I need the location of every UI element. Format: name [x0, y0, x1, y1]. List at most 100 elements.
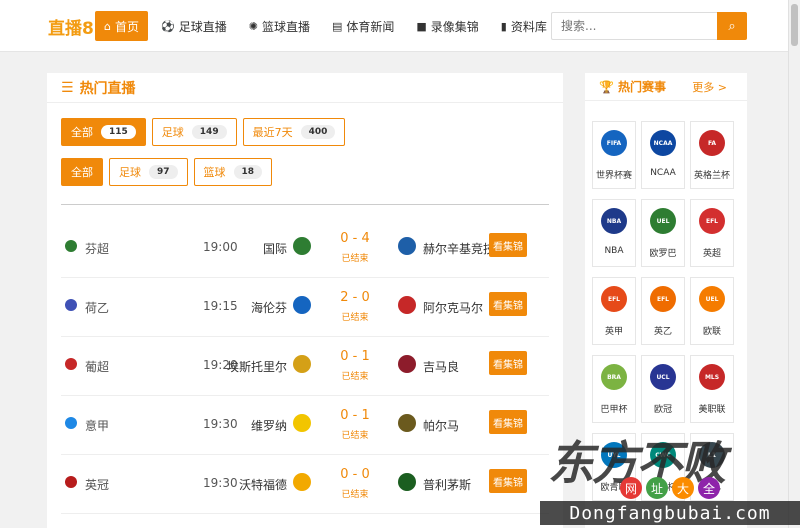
- match-score: 2 - 0: [340, 290, 370, 305]
- match-status: 已结束: [341, 372, 369, 382]
- nav-item-1[interactable]: ⚽ 足球直播: [152, 11, 236, 41]
- watch-highlights-button[interactable]: 看集锦: [489, 351, 527, 375]
- home-team[interactable]: 国际: [263, 240, 287, 257]
- filter-button[interactable]: 篮球 18: [193, 158, 273, 186]
- league-tile[interactable]: FIFA 世界杯赛: [592, 121, 636, 189]
- watch-highlights-button[interactable]: 看集锦: [489, 469, 527, 493]
- scrollbar-thumb[interactable]: [791, 4, 798, 46]
- league-tile[interactable]: BRA 巴甲杯: [592, 355, 636, 423]
- page-scrollbar[interactable]: [788, 0, 800, 528]
- count-badge: 149: [191, 125, 227, 139]
- match-status: 已结束: [341, 254, 369, 264]
- watch-highlights-button[interactable]: 看集锦: [489, 292, 527, 316]
- match-status: 已结束: [341, 490, 369, 500]
- match-score: 0 - 4: [340, 231, 370, 246]
- video-camera-icon: ■: [416, 19, 427, 33]
- match-row: 荷乙 19:15 海伦芬 2 - 0 已结束 阿尔克马尔 看集锦: [61, 278, 549, 337]
- nav-item-3[interactable]: ▤ 体育新闻: [323, 11, 403, 41]
- filter-button[interactable]: 足球 149: [151, 118, 237, 146]
- league-icon: [65, 417, 77, 429]
- league-tile[interactable]: EFL 英甲: [592, 277, 636, 345]
- league-tile[interactable]: UEL 欧罗巴: [641, 199, 685, 267]
- home-team[interactable]: 沃特福德: [239, 476, 287, 493]
- league-tile-name: 英乙: [653, 327, 672, 337]
- soccer-ball-icon: ⚽: [161, 19, 175, 33]
- hot-leagues-panel: 🏆 热门赛事 更多 > FIFA 世界杯赛 NCAA NCAA FA 英格兰杯 NBA NBA U…: [585, 73, 747, 528]
- away-team[interactable]: 普利茅斯: [423, 476, 471, 493]
- home-team[interactable]: 埃斯托里尔: [227, 358, 287, 375]
- filter-button[interactable]: 足球 97: [109, 158, 188, 186]
- match-status: 已结束: [341, 313, 369, 323]
- watch-highlights-button[interactable]: 看集锦: [489, 233, 527, 257]
- filter-button[interactable]: 最近7天 400: [242, 118, 346, 146]
- away-team[interactable]: 阿尔克马尔: [423, 299, 483, 316]
- match-time: 19:00: [203, 240, 238, 254]
- league-grid: FIFA 世界杯赛 NCAA NCAA FA 英格兰杯 NBA NBA UEL 欧罗巴 EFL 英超 E…: [592, 121, 734, 501]
- away-team[interactable]: 赫尔辛基竞技: [423, 240, 495, 257]
- count-badge: 115: [101, 125, 136, 139]
- filter-label: 全部: [71, 126, 93, 139]
- league-tile-name: NBA: [604, 246, 624, 256]
- nav-item-2[interactable]: ✺ 篮球直播: [240, 11, 319, 41]
- nav-item-4[interactable]: ■ 录像集锦: [407, 11, 487, 41]
- league-tile[interactable]: EFL 英乙: [641, 277, 685, 345]
- side-title: 🏆 热门赛事: [599, 78, 666, 95]
- nav-item-5[interactable]: ▮ 资料库: [492, 11, 556, 41]
- league-tile[interactable]: EFL 英超: [690, 199, 734, 267]
- league-tile[interactable]: UEL 欧联: [690, 277, 734, 345]
- filter-label: 足球: [119, 166, 141, 179]
- nav-label: 首页: [114, 19, 139, 34]
- site-logo[interactable]: 直播8: [48, 14, 94, 39]
- league-tile[interactable]: UYL 欧青联: [592, 433, 636, 501]
- list-icon: ☰: [61, 79, 74, 96]
- league-name[interactable]: 英冠: [85, 476, 109, 493]
- search-button[interactable]: ⌕: [717, 12, 747, 40]
- book-icon: ▮: [500, 19, 507, 33]
- home-team[interactable]: 海伦芬: [251, 299, 287, 316]
- match-time: 19:30: [203, 417, 238, 431]
- league-tile-name: 巴甲杯: [600, 405, 628, 415]
- watch-highlights-button[interactable]: 看集锦: [489, 410, 527, 434]
- more-link[interactable]: 更多 >: [692, 79, 727, 95]
- away-team[interactable]: 吉马良: [423, 358, 459, 375]
- league-name[interactable]: 芬超: [85, 240, 109, 257]
- league-logo-icon: EFL: [601, 286, 627, 312]
- side-title-text: 热门赛事: [617, 80, 666, 94]
- match-status: 已结束: [341, 431, 369, 441]
- home-team-logo-icon: [293, 355, 311, 373]
- league-name[interactable]: 葡超: [85, 358, 109, 375]
- away-team[interactable]: 帕尔马: [423, 417, 459, 434]
- filter-label: 篮球: [203, 166, 226, 179]
- league-logo-icon: BRA: [601, 364, 627, 390]
- league-tile-name: NCAA: [650, 168, 676, 178]
- count-badge: 400: [300, 125, 336, 139]
- league-logo-icon: CWC: [650, 442, 676, 468]
- league-tile[interactable]: NCAA NCAA: [641, 121, 685, 189]
- home-team[interactable]: 维罗纳: [251, 417, 287, 434]
- nav-label: 录像集锦: [430, 19, 479, 34]
- panel-title: ☰ 热门直播: [47, 73, 563, 103]
- home-team-logo-icon: [293, 296, 311, 314]
- league-icon: [65, 299, 77, 311]
- filter-label: 足球: [161, 126, 184, 139]
- league-name[interactable]: 荷乙: [85, 299, 109, 316]
- match-score: 0 - 0: [340, 467, 370, 482]
- league-tile[interactable]: MLS 美职联: [690, 355, 734, 423]
- league-name[interactable]: 意甲: [85, 417, 109, 434]
- league-tile[interactable]: FA 英格兰杯: [690, 121, 734, 189]
- search-input[interactable]: [551, 12, 717, 40]
- league-icon: [65, 476, 77, 488]
- nav-item-0[interactable]: ⌂ 首页: [95, 11, 148, 41]
- filter-button[interactable]: 全部: [61, 158, 103, 186]
- league-tile[interactable]: NBA NBA: [592, 199, 636, 267]
- league-tile[interactable]: L1 法乙: [690, 433, 734, 501]
- filter-row-secondary: 全部 足球 97 篮球 18: [61, 158, 278, 186]
- nav-label: 体育新闻: [346, 19, 395, 34]
- filter-button[interactable]: 全部 115: [61, 118, 146, 146]
- panel-title-text: 热门直播: [79, 80, 136, 97]
- league-tile-name: 法乙: [702, 483, 721, 493]
- league-tile[interactable]: CWC 世俱杯: [641, 433, 685, 501]
- newspaper-icon: ▤: [331, 19, 343, 33]
- trophy-icon: 🏆: [599, 80, 614, 94]
- league-tile[interactable]: UCL 欧冠: [641, 355, 685, 423]
